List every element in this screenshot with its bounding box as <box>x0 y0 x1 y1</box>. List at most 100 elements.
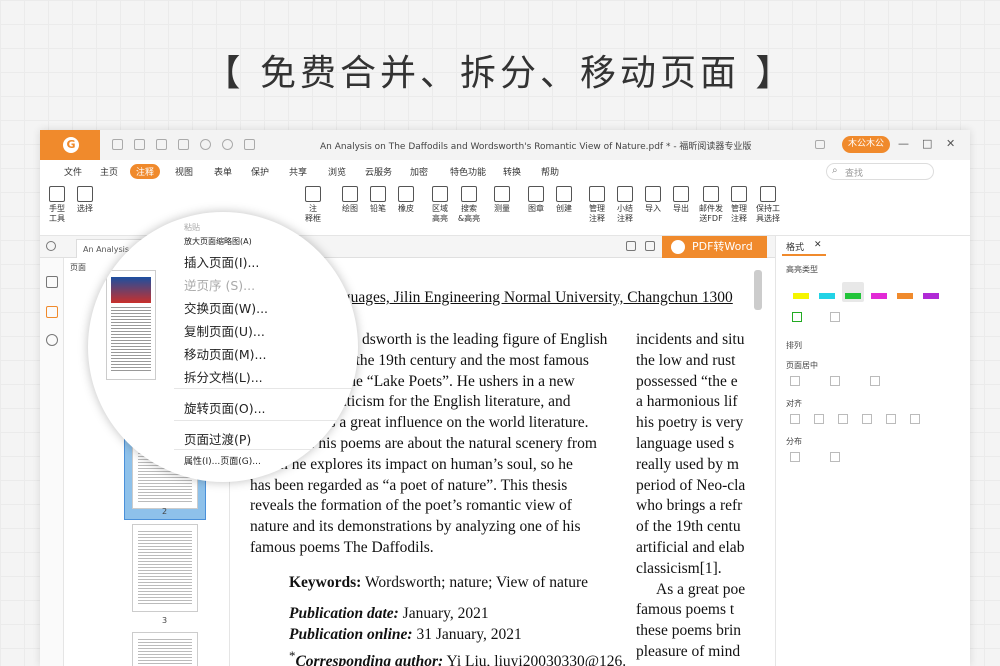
hand-tool-button[interactable]: 手型 工具 <box>42 186 72 224</box>
menu-features[interactable]: 特色功能 <box>450 165 486 178</box>
keep-tool-selected-button[interactable]: 保持工 具选择 <box>753 186 783 224</box>
distribute-vertical-icon[interactable] <box>790 452 800 462</box>
menu-comment[interactable]: 注释 <box>130 164 161 179</box>
publication-date-value: January, 2021 <box>402 605 489 622</box>
import-button[interactable]: 导入 <box>638 186 668 214</box>
menu-insert-page[interactable]: 插入页面(I)... <box>184 252 259 271</box>
bookmark-icon[interactable] <box>46 276 58 288</box>
redo-icon[interactable] <box>222 139 233 150</box>
manage-button[interactable]: 管理 注释 <box>724 186 754 224</box>
menu-page-transition[interactable]: 页面过渡(P) <box>184 429 251 448</box>
menu-file[interactable]: 文件 <box>64 165 82 178</box>
menu-encrypt[interactable]: 加密 <box>410 165 428 178</box>
abstract-line: which he explores its impact on human’s … <box>250 455 573 473</box>
menu-enlarge-thumbnail[interactable]: 放大页面缩略图(A) <box>184 236 252 247</box>
align-left-icon[interactable] <box>790 414 800 424</box>
menu-split-document[interactable]: 拆分文档(L)... <box>184 367 263 386</box>
drawing-button[interactable]: 绘图 <box>335 186 365 214</box>
hand-tool-quick-icon[interactable] <box>244 139 255 150</box>
mobile-icon[interactable] <box>815 140 825 149</box>
undo-icon[interactable] <box>200 139 211 150</box>
document-title: An Analysis on The Daffodils and Wordswo… <box>320 142 752 152</box>
export-icon <box>673 186 689 202</box>
summarize-comments-button[interactable]: 小结 注释 <box>610 186 640 224</box>
new-icon[interactable] <box>178 139 189 150</box>
drawing-icon <box>342 186 358 202</box>
align-right-icon[interactable] <box>838 414 848 424</box>
menu-view[interactable]: 视图 <box>175 165 193 178</box>
maximize-button[interactable]: □ <box>922 137 932 150</box>
comments-icon[interactable] <box>46 334 58 346</box>
menu-home[interactable]: 主页 <box>100 165 118 178</box>
eraser-small-icon[interactable] <box>46 241 56 251</box>
pencil-button[interactable]: 铅笔 <box>363 186 393 214</box>
open-icon[interactable] <box>112 139 123 150</box>
area-highlight-button[interactable]: 区域 高亮 <box>425 186 455 224</box>
tool-label: 创建 <box>556 204 572 213</box>
menu-cloud[interactable]: 云服务 <box>365 165 392 178</box>
manage-comments-button[interactable]: 管理 注释 <box>582 186 612 224</box>
stamp-button[interactable]: 图章 <box>521 186 551 214</box>
highlight-yellow-swatch[interactable] <box>790 282 812 302</box>
menu-help[interactable]: 帮助 <box>541 165 559 178</box>
menu-move-page[interactable]: 移动页面(M)... <box>184 344 266 363</box>
save-icon[interactable] <box>134 139 145 150</box>
layout-icon[interactable] <box>645 241 655 251</box>
search-input[interactable]: ⌕ 查找 <box>826 163 934 180</box>
right-line: pleasure of mind <box>636 642 741 660</box>
tool-label: 测量 <box>494 204 510 213</box>
align-top-icon[interactable] <box>862 414 872 424</box>
vertical-scrollbar[interactable] <box>754 270 762 310</box>
user-account-button[interactable]: 木公木公 <box>842 136 891 153</box>
page-thumbnail[interactable] <box>132 524 198 612</box>
search-highlight-button[interactable]: 搜索 &高亮 <box>454 186 484 224</box>
select-tool-button[interactable]: 选择 <box>70 186 100 214</box>
page-thumbnail[interactable] <box>132 632 198 666</box>
email-fdf-icon <box>703 186 719 202</box>
menu-divider <box>174 420 358 421</box>
center-horizontal-icon[interactable] <box>790 376 800 386</box>
menu-rotate-page[interactable]: 旋转页面(O)... <box>184 398 266 417</box>
align-middle-icon[interactable] <box>886 414 896 424</box>
panel-title: 页面 <box>70 263 86 272</box>
center-both-icon[interactable] <box>870 376 880 386</box>
pages-icon[interactable] <box>46 306 58 318</box>
highlight-cyan-swatch[interactable] <box>816 282 838 302</box>
email-fdf-button[interactable]: 邮件发 送FDF <box>696 186 726 224</box>
grid-view-icon[interactable] <box>626 241 636 251</box>
tool-label: 铅笔 <box>370 204 386 213</box>
menu-copy-page[interactable]: 复制页面(U)... <box>184 321 265 340</box>
app-menu-button[interactable]: G <box>40 130 100 160</box>
menu-form[interactable]: 表单 <box>214 165 232 178</box>
highlight-orange-swatch[interactable] <box>894 282 916 302</box>
measure-button[interactable]: 测量 <box>487 186 517 214</box>
highlight-magenta-swatch[interactable] <box>868 282 890 302</box>
menu-properties[interactable]: 属性(I)...页面(G)... <box>184 454 261 467</box>
page-number: 2 <box>162 507 168 516</box>
eraser-button[interactable]: 橡皮 <box>391 186 421 214</box>
comment-box-button[interactable]: 注释框 <box>298 186 328 224</box>
menu-browse[interactable]: 浏览 <box>328 165 346 178</box>
menu-share[interactable]: 共享 <box>289 165 307 178</box>
publication-date-line: Publication date: January, 2021 <box>289 604 489 625</box>
close-button[interactable]: ✕ <box>946 137 955 150</box>
create-stamp-button[interactable]: 创建 <box>549 186 579 214</box>
menu-protect[interactable]: 保护 <box>251 165 269 178</box>
right-column: incidents and situ the low and rust poss… <box>636 330 775 663</box>
menu-swap-pages[interactable]: 交换页面(W)... <box>184 298 268 317</box>
highlight-green-swatch[interactable] <box>842 282 864 302</box>
center-vertical-icon[interactable] <box>830 376 840 386</box>
export-button[interactable]: 导出 <box>666 186 696 214</box>
pdf-to-word-button[interactable]: PDF转Word <box>662 236 767 258</box>
text-color-icon[interactable] <box>792 312 802 322</box>
distribute-horizontal-icon[interactable] <box>830 452 840 462</box>
highlight-purple-swatch[interactable] <box>920 282 942 302</box>
menu-convert[interactable]: 转换 <box>503 165 521 178</box>
fill-color-icon[interactable] <box>830 312 840 322</box>
align-center-icon[interactable] <box>814 414 824 424</box>
print-icon[interactable] <box>156 139 167 150</box>
close-panel-icon[interactable]: ✕ <box>814 240 822 250</box>
align-bottom-icon[interactable] <box>910 414 920 424</box>
create-stamp-icon <box>556 186 572 202</box>
minimize-button[interactable]: — <box>898 137 909 150</box>
